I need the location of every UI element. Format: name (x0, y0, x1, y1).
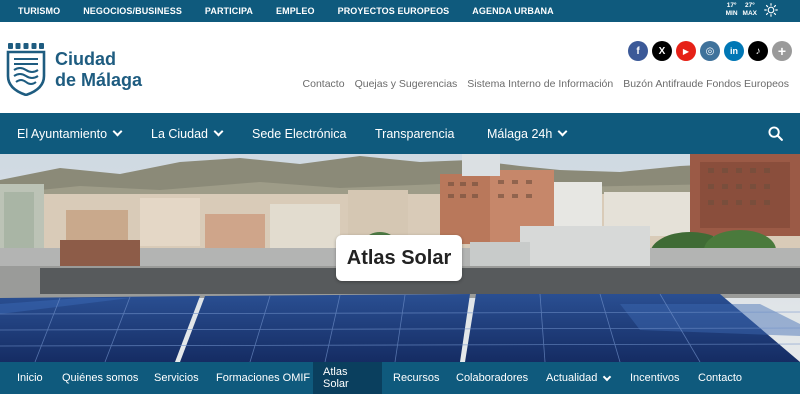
nav-item-label: Málaga 24h (487, 126, 553, 141)
nav-sede-electronica[interactable]: Sede Electrónica (252, 113, 347, 154)
subnav-formaciones-omif[interactable]: Formaciones OMIF (206, 362, 320, 394)
subnav-contacto[interactable]: Contacto (688, 362, 752, 394)
temp-max: 27º MAX (743, 2, 757, 18)
more-icon[interactable]: + (772, 41, 792, 61)
nav-la-ciudad[interactable]: La Ciudad (151, 113, 224, 154)
top-link-turismo[interactable]: TURISMO (18, 6, 60, 16)
nav-item-label: Transparencia (375, 126, 455, 141)
nav-el-ayuntamiento[interactable]: El Ayuntamiento (17, 113, 123, 154)
link-buzon-antifraude[interactable]: Buzón Antifraude Fondos Europeos (623, 78, 789, 90)
subnav-item-label: Servicios (154, 372, 199, 384)
nav-item-label: El Ayuntamiento (17, 126, 108, 141)
subnav-recursos[interactable]: Recursos (383, 362, 449, 394)
weather-widget[interactable]: 17º MIN 27º MAX (726, 2, 778, 18)
subnav-servicios[interactable]: Servicios (145, 362, 208, 394)
subnav-item-label: Recursos (393, 372, 440, 384)
subnav-incentivos[interactable]: Incentivos (620, 362, 690, 394)
chevron-down-icon (112, 126, 123, 137)
chevron-down-icon (213, 126, 224, 137)
temp-max-value: 27º (744, 2, 755, 9)
top-link-negocios[interactable]: NEGOCIOS/BUSINESS (83, 6, 182, 16)
nav-item-label: La Ciudad (151, 126, 208, 141)
subnav-item-label: Colaboradores (456, 372, 529, 384)
site-brand[interactable]: Ciudad de Málaga (55, 49, 142, 91)
temp-max-label: MAX (742, 10, 757, 17)
top-bar: TURISMO NEGOCIOS/BUSINESS PARTICIPA EMPL… (0, 0, 800, 22)
nav-item-label: Sede Electrónica (252, 126, 347, 141)
subnav-item-label: Atlas Solar (323, 366, 349, 390)
top-link-proyectos-europeos[interactable]: PROYECTOS EUROPEOS (338, 6, 450, 16)
section-nav: Inicio Quiénes somos Servicios Formacion… (0, 362, 800, 394)
social-links: f X ▶ ◎ in ♪ + (628, 41, 792, 61)
subnav-item-label: Quiénes somos (62, 372, 139, 384)
sun-icon (764, 3, 778, 17)
temp-min-value: 17º (726, 2, 737, 9)
subnav-colaboradores[interactable]: Colaboradores (446, 362, 538, 394)
x-icon[interactable]: X (652, 41, 672, 61)
subnav-item-label: Contacto (698, 372, 743, 384)
linkedin-icon[interactable]: in (724, 41, 744, 61)
header-sublinks: Contacto Quejas y Sugerencias Sistema In… (303, 78, 789, 90)
site-header: Ciudad de Málaga f X ▶ ◎ in ♪ + Contacto… (0, 22, 800, 113)
youtube-icon[interactable]: ▶ (676, 41, 696, 61)
tiktok-icon[interactable]: ♪ (748, 41, 768, 61)
subnav-quienes-somos[interactable]: Quiénes somos (52, 362, 148, 394)
nav-transparencia[interactable]: Transparencia (375, 113, 454, 154)
top-link-participa[interactable]: PARTICIPA (205, 6, 253, 16)
subnav-item-label: Incentivos (630, 372, 680, 384)
main-nav: El Ayuntamiento La Ciudad Sede Electróni… (0, 113, 800, 154)
city-shield-logo[interactable] (6, 42, 46, 96)
facebook-icon[interactable]: f (628, 41, 648, 61)
subnav-item-label: Formaciones OMIF (216, 372, 311, 384)
chevron-down-icon (603, 372, 612, 381)
search-icon[interactable] (768, 126, 783, 141)
subnav-inicio[interactable]: Inicio (8, 362, 52, 394)
top-link-empleo[interactable]: EMPLEO (276, 6, 315, 16)
link-contacto[interactable]: Contacto (303, 78, 345, 90)
chevron-down-icon (557, 126, 568, 137)
link-sistema-interno[interactable]: Sistema Interno de Información (467, 78, 613, 90)
nav-malaga-24h[interactable]: Málaga 24h (487, 113, 568, 154)
top-links: TURISMO NEGOCIOS/BUSINESS PARTICIPA EMPL… (18, 0, 577, 22)
subnav-actualidad[interactable]: Actualidad (536, 362, 620, 394)
link-quejas-sugerencias[interactable]: Quejas y Sugerencias (355, 78, 458, 90)
subnav-item-label: Actualidad (546, 372, 598, 384)
top-link-agenda-urbana[interactable]: AGENDA URBANA (472, 6, 553, 16)
subnav-item-label: Inicio (17, 372, 43, 384)
temp-min: 17º MIN (726, 2, 738, 18)
instagram-icon[interactable]: ◎ (700, 41, 720, 61)
hero-title: Atlas Solar (336, 235, 462, 281)
hero-banner: Atlas Solar (0, 154, 800, 362)
subnav-atlas-solar[interactable]: Atlas Solar (313, 362, 382, 394)
page-bottom-edge (0, 394, 800, 400)
temp-min-label: MIN (725, 10, 738, 17)
brand-line-1: Ciudad (55, 49, 116, 69)
brand-line-2: de Málaga (55, 70, 143, 90)
